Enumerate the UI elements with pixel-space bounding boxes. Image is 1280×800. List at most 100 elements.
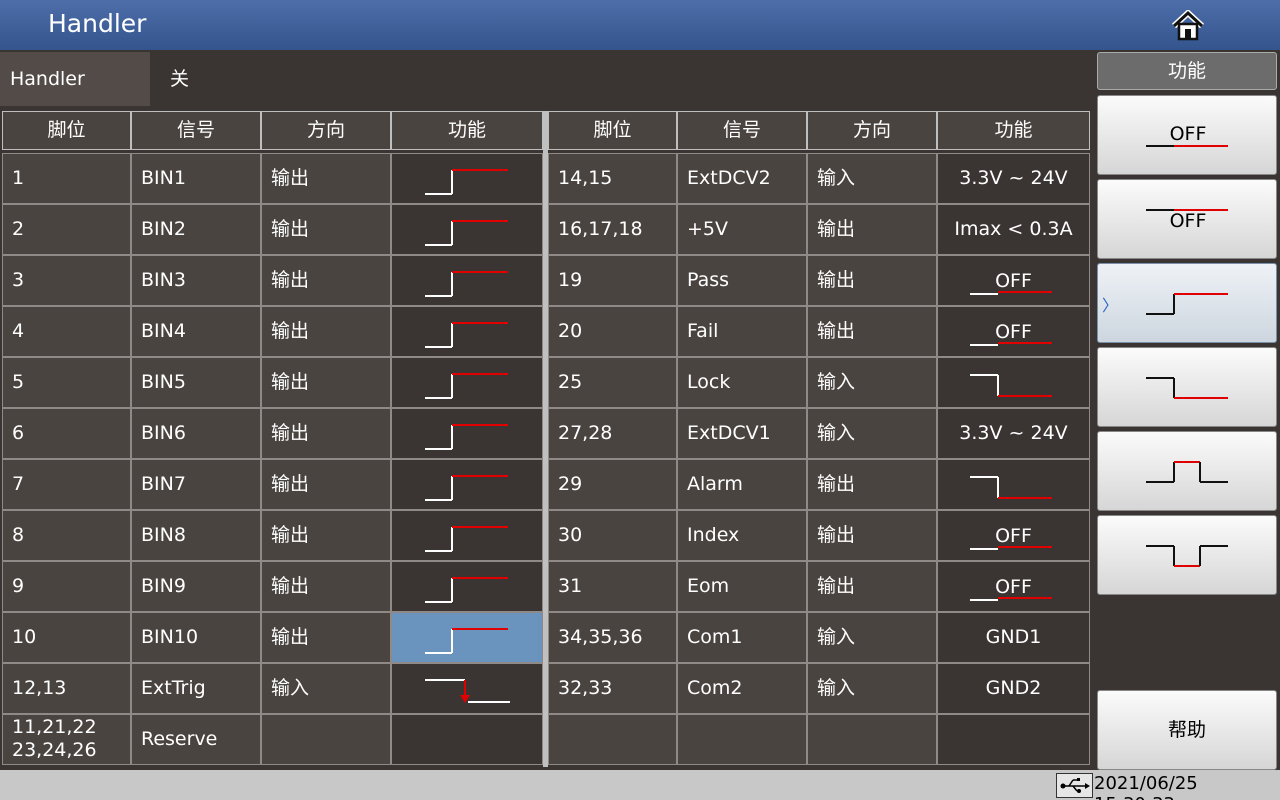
function-option-button[interactable] bbox=[1097, 431, 1277, 511]
pin-cell: 11,21,22 23,24,26 bbox=[2, 714, 131, 765]
function-option-button[interactable] bbox=[1097, 515, 1277, 595]
direction-cell: 输入 bbox=[807, 408, 937, 459]
signal-cell: Reserve bbox=[131, 714, 261, 765]
function-cell[interactable] bbox=[937, 459, 1090, 510]
signal-cell: ExtTrig bbox=[131, 663, 261, 714]
function-cell[interactable]: OFF bbox=[937, 510, 1090, 561]
direction-cell: 输出 bbox=[261, 408, 391, 459]
function-cell[interactable] bbox=[391, 255, 543, 306]
function-cell[interactable] bbox=[391, 204, 543, 255]
pin-line: 23,24,26 bbox=[12, 739, 97, 761]
column-header: 脚位 bbox=[548, 111, 677, 150]
signal-cell: ExtDCV2 bbox=[677, 153, 807, 204]
pin-cell: 16,17,18 bbox=[548, 204, 677, 255]
direction-cell: 输入 bbox=[807, 153, 937, 204]
rising-edge-icon bbox=[425, 628, 508, 654]
help-button[interactable]: 帮助 bbox=[1097, 690, 1277, 770]
signal-cell: Lock bbox=[677, 357, 807, 408]
handler-value[interactable]: 关 bbox=[150, 52, 1092, 106]
rising-edge-icon bbox=[425, 220, 508, 246]
function-cell[interactable]: GND1 bbox=[937, 612, 1090, 663]
column-header: 功能 bbox=[937, 111, 1090, 150]
function-option-button[interactable]: OFF bbox=[1097, 95, 1277, 175]
function-cell[interactable] bbox=[391, 561, 543, 612]
direction-cell: 输出 bbox=[807, 510, 937, 561]
function-cell[interactable] bbox=[391, 459, 543, 510]
function-option-button[interactable] bbox=[1097, 347, 1277, 427]
signal-cell bbox=[677, 714, 807, 765]
pin-cell: 34,35,36 bbox=[548, 612, 677, 663]
page-title: Handler bbox=[48, 9, 147, 38]
pin-cell: 7 bbox=[2, 459, 131, 510]
signal-cell: BIN2 bbox=[131, 204, 261, 255]
pin-cell: 31 bbox=[548, 561, 677, 612]
falling-edge-icon bbox=[970, 476, 1052, 499]
pin-cell: 12,13 bbox=[2, 663, 131, 714]
usb-icon bbox=[1056, 773, 1093, 798]
function-cell[interactable] bbox=[391, 408, 543, 459]
function-option-button[interactable]: 〉 bbox=[1097, 263, 1277, 343]
direction-cell bbox=[261, 714, 391, 765]
signal-cell: BIN4 bbox=[131, 306, 261, 357]
pin-line: 11,21,22 bbox=[12, 716, 97, 738]
function-cell[interactable]: OFF bbox=[937, 561, 1090, 612]
signal-cell: BIN10 bbox=[131, 612, 261, 663]
function-cell[interactable] bbox=[391, 714, 543, 765]
pin-cell: 9 bbox=[2, 561, 131, 612]
pin-cell: 10 bbox=[2, 612, 131, 663]
pin-cell: 30 bbox=[548, 510, 677, 561]
function-cell[interactable]: Imax < 0.3A bbox=[937, 204, 1090, 255]
function-cell[interactable]: GND2 bbox=[937, 663, 1090, 714]
pin-cell: 29 bbox=[548, 459, 677, 510]
rising-edge-icon bbox=[425, 271, 508, 297]
direction-cell: 输入 bbox=[807, 612, 937, 663]
function-cell[interactable]: OFF bbox=[937, 306, 1090, 357]
rising-edge-icon bbox=[425, 475, 508, 501]
pin-cell: 6 bbox=[2, 408, 131, 459]
signal-cell: ExtDCV1 bbox=[677, 408, 807, 459]
datetime: 2021/06/25 15:30:33 bbox=[1094, 773, 1198, 800]
column-header: 方向 bbox=[807, 111, 937, 150]
signal-cell: Fail bbox=[677, 306, 807, 357]
function-cell[interactable] bbox=[391, 663, 543, 714]
option-label: OFF bbox=[1169, 210, 1207, 232]
function-cell[interactable] bbox=[391, 153, 543, 204]
direction-cell: 输入 bbox=[807, 357, 937, 408]
pin-cell: 19 bbox=[548, 255, 677, 306]
direction-cell: 输出 bbox=[261, 153, 391, 204]
function-cell bbox=[937, 714, 1090, 765]
function-option-button[interactable]: OFF bbox=[1097, 179, 1277, 259]
function-cell[interactable] bbox=[391, 306, 543, 357]
falling-trigger-icon bbox=[425, 679, 510, 703]
function-cell[interactable]: 3.3V ~ 24V bbox=[937, 153, 1090, 204]
function-cell[interactable] bbox=[391, 612, 543, 663]
function-cell[interactable]: 3.3V ~ 24V bbox=[937, 408, 1090, 459]
function-cell[interactable] bbox=[937, 357, 1090, 408]
pin-cell: 27,28 bbox=[548, 408, 677, 459]
function-cell[interactable] bbox=[391, 510, 543, 561]
column-header: 方向 bbox=[261, 111, 391, 150]
direction-cell: 输入 bbox=[807, 663, 937, 714]
function-cell[interactable]: OFF bbox=[937, 255, 1090, 306]
signal-cell: BIN8 bbox=[131, 510, 261, 561]
handler-label: Handler bbox=[0, 52, 150, 106]
column-header: 信号 bbox=[677, 111, 807, 150]
falling-edge-icon bbox=[1146, 377, 1228, 399]
signal-cell: +5V bbox=[677, 204, 807, 255]
option-label: OFF bbox=[1169, 123, 1207, 145]
status-bar: 2021/06/25 15:30:33 bbox=[0, 770, 1280, 800]
pin-cell: 3 bbox=[2, 255, 131, 306]
signal-cell: Alarm bbox=[677, 459, 807, 510]
pin-cell: 14,15 bbox=[548, 153, 677, 204]
direction-cell: 输出 bbox=[261, 459, 391, 510]
direction-cell: 输出 bbox=[261, 255, 391, 306]
direction-cell: 输出 bbox=[261, 306, 391, 357]
function-text: OFF bbox=[995, 576, 1032, 598]
column-header: 信号 bbox=[131, 111, 261, 150]
home-button[interactable] bbox=[1168, 8, 1208, 44]
signal-cell: BIN6 bbox=[131, 408, 261, 459]
pin-cell: 32,33 bbox=[548, 663, 677, 714]
function-cell[interactable] bbox=[391, 357, 543, 408]
rising-edge-icon bbox=[1146, 293, 1228, 315]
sidebar-title: 功能 bbox=[1097, 52, 1277, 90]
